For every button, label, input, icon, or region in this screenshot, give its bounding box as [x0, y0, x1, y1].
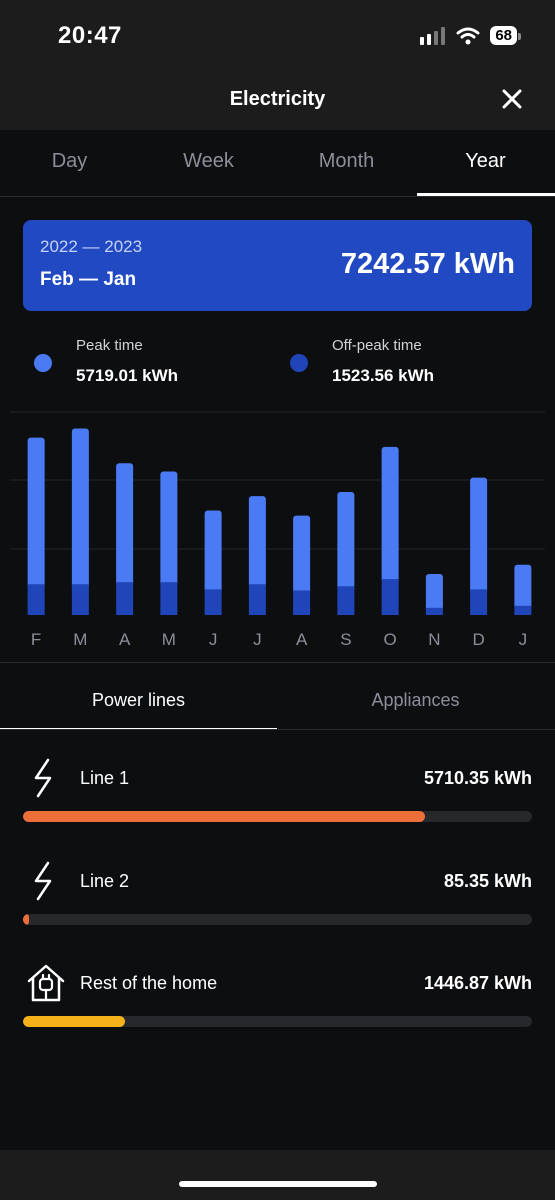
- line-row-rest[interactable]: Rest of the home 1446.87 kWh: [0, 963, 555, 1043]
- line-row-1[interactable]: Line 1 5710.35 kWh: [0, 758, 555, 838]
- tab-power-lines[interactable]: Power lines: [0, 690, 277, 711]
- tab-day[interactable]: Day: [0, 150, 139, 173]
- tab-week[interactable]: Week: [139, 150, 278, 173]
- line-name: Line 2: [80, 871, 130, 891]
- usage-bar-track: [23, 811, 532, 822]
- chart-x-tick-label: F: [31, 630, 41, 649]
- status-bar: 20:47 68: [0, 0, 555, 70]
- usage-bar-fill: [23, 914, 30, 925]
- summary-total: 7242.57 kWh: [340, 248, 515, 280]
- page-title: Electricity: [229, 88, 326, 110]
- chart-bar-offpeak[interactable]: [470, 589, 488, 615]
- monthly-bar-chart: FMAMJJASONDJ: [10, 411, 545, 649]
- peak-value: 5719.01 kWh: [76, 366, 179, 385]
- chart-bar-peak[interactable]: [514, 564, 532, 610]
- chart-x-tick-label: N: [428, 630, 440, 649]
- chart-bar-peak[interactable]: [381, 446, 399, 584]
- subtabs-divider: [0, 729, 555, 730]
- chart-bar-peak[interactable]: [27, 437, 45, 589]
- chart-bar-offpeak[interactable]: [116, 582, 134, 615]
- chart-bar-offpeak[interactable]: [293, 590, 311, 615]
- home-indicator[interactable]: [179, 1181, 377, 1187]
- chart-x-tick-label: J: [253, 630, 262, 649]
- chart-bar-offpeak[interactable]: [514, 605, 532, 615]
- chart-bar-peak[interactable]: [204, 510, 222, 594]
- usage-bar-track: [23, 1016, 532, 1027]
- peak-label: Peak time: [76, 337, 143, 354]
- offpeak-label: Off-peak time: [332, 337, 422, 354]
- line-value: 5710.35 kWh: [423, 768, 532, 788]
- lightning-icon: [34, 861, 52, 901]
- chart-x-tick-label: A: [119, 630, 131, 649]
- chart-bar-offpeak[interactable]: [425, 607, 443, 615]
- chart-x-tick-label: M: [73, 630, 87, 649]
- breakdown-tabs: Power lines Appliances: [0, 670, 555, 730]
- chart-x-tick-label: O: [384, 630, 397, 649]
- period-tabs: Day Week Month Year: [0, 130, 555, 197]
- chart-x-tick-label: D: [472, 630, 484, 649]
- chart-bar-offpeak[interactable]: [160, 582, 178, 615]
- chart-bar-offpeak[interactable]: [337, 586, 355, 615]
- tab-active-indicator: [417, 193, 555, 196]
- line-name: Line 1: [80, 768, 130, 788]
- cellular-signal-icon: [420, 26, 446, 45]
- chart-bar-peak[interactable]: [248, 496, 266, 589]
- chart-bar-offpeak[interactable]: [71, 584, 89, 615]
- chart-bar-peak[interactable]: [425, 574, 443, 612]
- summary-years: 2022 — 2023: [40, 237, 143, 256]
- chart-x-tick-label: J: [209, 630, 218, 649]
- usage-bar-fill: [23, 1016, 125, 1027]
- tab-month[interactable]: Month: [277, 150, 416, 173]
- tab-year[interactable]: Year: [416, 150, 555, 173]
- line-value: 1446.87 kWh: [423, 973, 532, 993]
- chart-bar-offpeak[interactable]: [204, 589, 222, 615]
- lightning-icon: [34, 758, 52, 798]
- tab-appliances[interactable]: Appliances: [277, 690, 554, 711]
- chart-bar-peak[interactable]: [337, 492, 355, 591]
- chart-bar-peak[interactable]: [71, 428, 89, 589]
- home-bar: [0, 1150, 555, 1200]
- title-bar: Electricity: [0, 70, 555, 130]
- chart-bar-offpeak[interactable]: [248, 584, 266, 615]
- chart-x-tick-label: S: [340, 630, 351, 649]
- peak-dot: [34, 354, 52, 372]
- chart-x-tick-label: M: [162, 630, 176, 649]
- offpeak-value: 1523.56 kWh: [332, 366, 435, 385]
- usage-bar-fill: [23, 811, 426, 822]
- chart-bar-peak[interactable]: [470, 477, 488, 594]
- line-row-2[interactable]: Line 2 85.35 kWh: [0, 861, 555, 941]
- chart-bar-peak[interactable]: [160, 471, 178, 587]
- chart-x-tick-label: A: [296, 630, 308, 649]
- line-value: 85.35 kWh: [443, 871, 532, 891]
- wifi-icon: [456, 27, 480, 44]
- battery-icon: 68: [490, 26, 521, 45]
- close-icon[interactable]: [497, 84, 527, 114]
- chart-bar-offpeak[interactable]: [381, 579, 399, 615]
- chart-bar-offpeak[interactable]: [27, 584, 45, 615]
- chart-bar-peak[interactable]: [116, 463, 134, 587]
- summary-card: 2022 — 2023 Feb — Jan 7242.57 kWh: [23, 220, 532, 311]
- chart-divider: [0, 662, 555, 663]
- status-icons: 68: [420, 26, 521, 45]
- chart-bar-peak[interactable]: [293, 515, 311, 595]
- usage-bar-track: [23, 914, 532, 925]
- status-time: 20:47: [58, 22, 122, 49]
- house-plug-icon: [27, 964, 65, 1002]
- offpeak-dot: [290, 354, 308, 372]
- line-name: Rest of the home: [80, 973, 218, 993]
- summary-months: Feb — Jan: [40, 269, 137, 290]
- chart-x-tick-label: J: [519, 630, 528, 649]
